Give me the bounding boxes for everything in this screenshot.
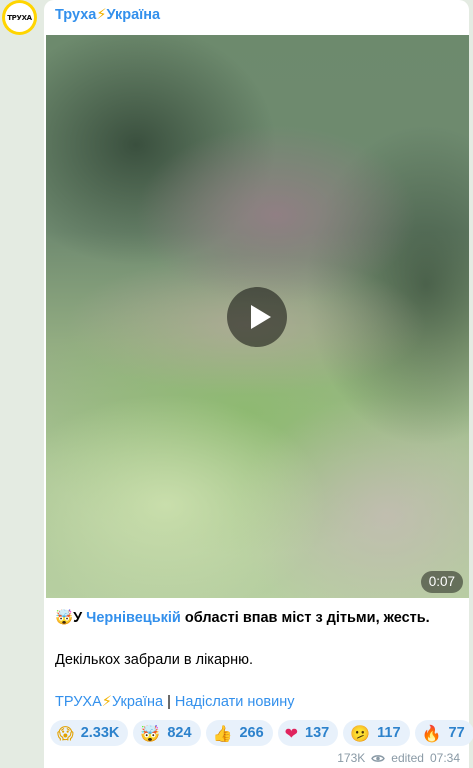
lightning-icon: ⚡ (101, 694, 112, 710)
reaction-count: 2.33K (80, 725, 120, 741)
message-meta: 173K edited 07:34 (337, 751, 460, 765)
play-button[interactable] (227, 287, 287, 347)
video-duration: 0:07 (420, 571, 463, 593)
submit-news-link[interactable]: Надіслати новину (175, 694, 295, 710)
link-separator: | (163, 694, 175, 710)
channel-name-link[interactable]: Труха⚡Україна (55, 7, 160, 23)
reaction-mind-blown[interactable]: 🤯 824 (133, 720, 201, 746)
screaming-face-icon: 😱 (57, 723, 74, 743)
reaction-count: 117 (377, 725, 401, 741)
channel-footer-part2: Україна (111, 694, 164, 710)
message-bubble: Труха⚡Україна 0:07 🤯У Чернівецькій облас… (44, 0, 473, 768)
edited-label: edited (391, 751, 424, 765)
message-prefix: У (73, 610, 87, 626)
reaction-count: 77 (448, 725, 465, 741)
message-line-2: Декількох забрали в лікарню. (55, 652, 254, 668)
fire-icon: 🔥 (421, 723, 442, 743)
confused-face-icon: 🫤 (350, 723, 371, 743)
video-preview[interactable]: 0:07 (46, 35, 469, 598)
reactions-bar: 😱 2.33K 🤯 824 👍 266 ❤ 137 🫤 117 🔥 77 (50, 720, 473, 746)
reaction-scream[interactable]: 😱 2.33K (50, 720, 129, 746)
channel-name-part2: Україна (106, 7, 161, 23)
channel-footer-link[interactable]: ТРУХА⚡Україна (55, 694, 163, 710)
message-suffix: області впав міст з дітьми, жесть. (180, 610, 430, 626)
reaction-count: 266 (239, 725, 264, 741)
message-time: 07:34 (429, 751, 460, 765)
message-line-1: 🤯У Чернівецькій області впав міст з діть… (55, 609, 430, 626)
channel-footer-part1: ТРУХА (55, 694, 102, 710)
heart-icon: ❤ (284, 723, 299, 743)
eye-icon (371, 754, 386, 762)
exploding-head-icon: 🤯 (55, 610, 74, 626)
reaction-confused[interactable]: 🫤 117 (343, 720, 410, 746)
play-icon (251, 305, 271, 329)
reaction-count: 824 (167, 725, 192, 741)
region-link[interactable]: Чернівецькій (86, 610, 181, 626)
exploding-head-icon: 🤯 (140, 723, 161, 743)
thumbs-up-icon: 👍 (212, 723, 233, 743)
reaction-count: 137 (305, 725, 330, 741)
avatar-logo: ТРУХА (5, 3, 34, 32)
reaction-fire[interactable]: 🔥 77 (414, 720, 473, 746)
reaction-heart[interactable]: ❤ 137 (277, 720, 339, 746)
channel-name-part1: Труха (55, 7, 97, 23)
lightning-icon: ⚡ (96, 7, 107, 23)
view-count: 173K (337, 751, 366, 765)
channel-avatar[interactable]: ТРУХА (2, 0, 37, 35)
footer-links: ТРУХА⚡Україна | Надіслати новину (55, 694, 295, 710)
reaction-thumbs-up[interactable]: 👍 266 (205, 720, 273, 746)
